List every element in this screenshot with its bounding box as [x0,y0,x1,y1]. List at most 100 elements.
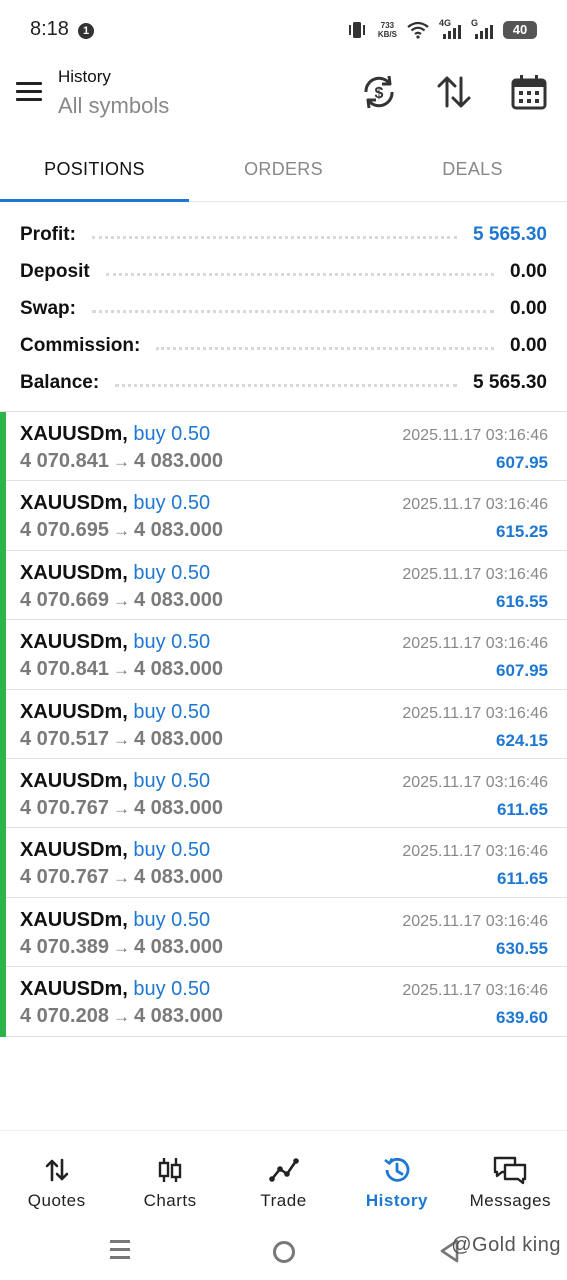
position-row[interactable]: XAUUSDm, buy 0.50 4 070.517 → 4 083.000 20… [0,689,567,760]
position-row[interactable]: XAUUSDm, buy 0.50 4 070.695 → 4 083.000 20… [0,481,567,552]
arrow-icon: → [112,937,130,957]
position-profit: 616.55 [496,591,548,611]
quotes-icon [45,1158,69,1182]
position-prices: 4 070.389 → 4 083.000 [20,935,223,958]
signal-4g: 4G [439,18,461,40]
position-profit: 611.65 [496,869,548,889]
position-side: buy 0.50 [133,423,211,445]
arrow-icon: → [112,798,130,818]
position-prices: 4 070.767 → 4 083.000 [20,866,223,889]
messages-icon [494,1156,527,1185]
history-icon [384,1157,410,1182]
position-row[interactable]: XAUUSDm, buy 0.50 4 070.208 → 4 083.000 20… [0,967,567,1037]
nav-label: Messages [469,1191,552,1210]
position-symbol: XAUUSDm, buy 0.50 [20,978,211,1001]
sort-icon[interactable] [434,72,474,112]
position-side: buy 0.50 [133,769,211,792]
position-row[interactable]: XAUUSDm, buy 0.50 4 070.841 → 4 083.000 20… [0,412,567,482]
status-time: 8:18 [30,18,69,40]
nav-label: History [365,1191,428,1210]
arrow-icon: → [112,452,130,471]
summary-value: 0.00 [510,260,547,282]
position-prices: 4 070.841 → 4 083.000 [20,658,223,681]
position-profit: 607.95 [496,661,548,681]
history-tabs: POSITIONS ORDERS DEALS [0,140,567,202]
status-bar: 8:18 1 733 KB/S 4G G 40 [0,0,567,58]
symbol-filter[interactable]: All symbols [58,93,169,119]
position-profit: 630.55 [496,938,548,958]
position-symbol: XAUUSDm, buy 0.50 [20,631,211,654]
arrow-icon: → [112,521,130,541]
position-side: buy 0.50 [133,561,211,584]
position-prices: 4 070.669 → 4 083.000 [20,588,223,611]
recent-apps-icon[interactable] [110,1240,130,1262]
position-time: 2025.11.17 03:16:46 [402,635,548,653]
nav-quotes[interactable]: Quotes [0,1131,113,1220]
position-symbol: XAUUSDm, buy 0.50 [20,839,211,862]
menu-icon[interactable] [16,82,42,102]
dotted-leader [105,273,495,276]
account-summary: Profit: 5 565.30 Deposit 0.00 Swap: 0.00… [0,216,567,401]
position-profit: 624.15 [496,730,548,750]
summary-label: Profit: [20,223,76,245]
summary-value: 0.00 [510,334,547,356]
dotted-leader [91,236,458,239]
position-profit: 607.95 [496,453,548,472]
position-symbol: XAUUSDm, buy 0.50 [20,908,211,931]
summary-label: Swap: [20,297,76,319]
watermark: @Gold king [451,1234,561,1256]
dotted-leader [156,347,495,350]
position-profit: 615.25 [496,522,548,542]
summary-value: 5 565.30 [473,223,547,245]
nav-label: Trade [260,1191,307,1210]
summary-label: Commission: [20,334,141,356]
position-time: 2025.11.17 03:16:46 [402,773,548,791]
position-time: 2025.11.17 03:16:46 [402,496,548,514]
position-row[interactable]: XAUUSDm, buy 0.50 4 070.841 → 4 083.000 20… [0,620,567,690]
currency-sync-icon[interactable]: $ [359,72,399,112]
home-icon[interactable] [273,1241,295,1263]
summary-label: Deposit [20,260,90,282]
position-time: 2025.11.17 03:16:46 [402,843,548,861]
nav-history[interactable]: History [340,1131,453,1220]
summary-row-balance: Balance: 5 565.30 [0,364,567,401]
position-prices: 4 070.767 → 4 083.000 [20,796,223,819]
dotted-leader [115,384,458,387]
position-row[interactable]: XAUUSDm, buy 0.50 4 070.669 → 4 083.000 20… [0,550,567,621]
status-indicators: 733 KB/S 4G G 40 [346,18,537,42]
app-header: History All symbols $ [0,60,567,130]
system-navigation-bar: @Gold king [0,1222,567,1280]
page-title: History [58,67,111,86]
wifi-icon [407,21,429,39]
tab-orders[interactable]: ORDERS [189,140,378,201]
position-row[interactable]: XAUUSDm, buy 0.50 4 070.767 → 4 083.000 20… [0,828,567,899]
position-side: buy 0.50 [133,908,211,931]
battery-indicator: 40 [503,21,537,39]
summary-row-deposit: Deposit 0.00 [0,253,567,290]
charts-icon [158,1158,182,1182]
nav-messages[interactable]: Messages [454,1131,567,1220]
summary-value: 5 565.30 [473,371,547,393]
tab-deals[interactable]: DEALS [378,140,567,201]
position-time: 2025.11.17 03:16:46 [402,912,548,930]
position-side: buy 0.50 [133,839,211,862]
nav-charts[interactable]: Charts [113,1131,226,1220]
notification-badge: 1 [78,23,94,39]
position-time: 2025.11.17 03:16:46 [402,982,548,1000]
position-prices: 4 070.517 → 4 083.000 [20,727,223,750]
position-side: buy 0.50 [133,631,211,654]
network-speed: 733 KB/S [377,21,397,39]
tab-positions[interactable]: POSITIONS [0,140,189,202]
position-prices: 4 070.208 → 4 083.000 [20,1005,223,1028]
position-symbol: XAUUSDm, buy 0.50 [20,492,211,515]
summary-value: 0.00 [510,297,547,319]
calendar-icon[interactable] [509,72,549,112]
trade-icon [268,1158,299,1182]
position-row[interactable]: XAUUSDm, buy 0.50 4 070.767 → 4 083.000 20… [0,758,567,829]
position-symbol: XAUUSDm, buy 0.50 [20,769,211,792]
nav-trade[interactable]: Trade [227,1131,340,1220]
summary-label: Balance: [20,371,100,393]
nav-label: Charts [143,1191,197,1210]
position-time: 2025.11.17 03:16:46 [402,704,548,722]
position-row[interactable]: XAUUSDm, buy 0.50 4 070.389 → 4 083.000 20… [0,897,567,968]
